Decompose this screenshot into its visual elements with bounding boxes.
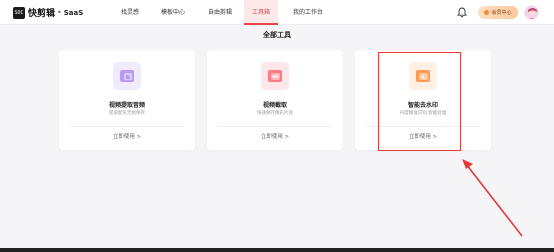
app-suffix: SaaS [63,8,84,17]
logo-separator: • [57,8,62,17]
use-now-link[interactable]: 立即使用 > [207,132,343,140]
nav-item-free-edit[interactable]: 自由剪辑 [200,0,240,25]
top-bar: SOC 快剪辑 • SaaS 找灵感 模板中心 自由剪辑 工具箱 我的工作台 会… [0,0,554,25]
bottom-bar [0,248,554,252]
tool-title: 视频截取 [262,102,287,109]
app-logo[interactable]: SOC 快剪辑 • SaaS [13,6,83,19]
use-now-link[interactable]: 立即使用 > [59,132,195,140]
vip-crown-icon [484,10,490,15]
nav-item-workspace[interactable]: 我的工作台 [283,0,333,25]
tool-description: 提取配乐无损保存 [109,111,145,116]
bell-icon[interactable] [457,7,467,18]
watermark-remove-icon [409,62,437,90]
tool-title: 智能去水印 [407,102,438,109]
vip-center-label: 会员中心 [491,10,512,16]
tool-card-video-cut[interactable]: 视频截取 快速保存精彩片段 立即使用 > [207,50,343,150]
card-divider [365,126,481,127]
use-now-link[interactable]: 立即使用 > [355,132,491,140]
logo-mark: SOC [13,6,25,19]
tool-title: 视频提取音频 [108,102,145,109]
card-divider [217,126,333,127]
nav-item-toolbox[interactable]: 工具箱 [244,0,278,25]
tool-card-remove-watermark[interactable]: 智能去水印 丹度精准识别,智能处理 立即使用 > [355,50,491,150]
section-title: 全部工具 [263,31,291,39]
card-divider [69,126,185,127]
tool-description: 丹度精准识别,智能处理 [399,111,447,116]
nav-item-templates[interactable]: 模板中心 [153,0,193,25]
nav-item-inspiration[interactable]: 找灵感 [110,0,150,25]
video-cut-icon [261,62,289,90]
tool-description: 快速保存精彩片段 [257,111,293,116]
audio-extract-icon [113,62,141,90]
app-name: 快剪辑 [28,9,56,19]
tool-card-extract-audio[interactable]: 视频提取音频 提取配乐无损保存 立即使用 > [59,50,195,150]
avatar-image [525,6,538,19]
avatar[interactable] [524,5,539,20]
vip-center-button[interactable]: 会员中心 [478,6,518,19]
